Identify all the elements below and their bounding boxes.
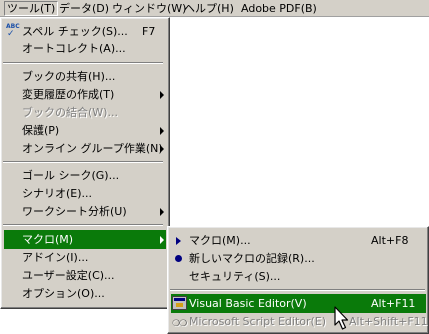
menu-item-formula-auditing[interactable]: ワークシート分析(U) <box>4 202 166 221</box>
submenu-arrow-icon <box>160 91 164 99</box>
submenu-arrow-icon <box>160 127 164 135</box>
menu-item-scenarios[interactable]: シナリオ(E)... <box>4 184 166 203</box>
menu-window[interactable]: ウィンドウ(W) <box>110 1 188 16</box>
macro-submenu: マクロ(M)... Alt+F8 新しいマクロの記録(R)... セキュリティ(… <box>167 226 429 334</box>
menu-item-add-ins[interactable]: アドイン(I)... <box>4 248 166 267</box>
menu-item-options[interactable]: オプション(O)... <box>4 284 166 303</box>
menu-item-merge-workbooks: ブックの結合(W)... <box>22 106 118 119</box>
menu-bar: ツール(T) データ(D) ウィンドウ(W) ヘルプ(H) Adobe PDF(… <box>0 0 429 17</box>
menu-item-goal-seek[interactable]: ゴール シーク(G)... <box>4 166 166 185</box>
menu-item-protection[interactable]: 保護(P) <box>4 121 166 140</box>
script-editor-icon: ❍❍ <box>172 319 187 329</box>
submenu-arrow-icon <box>160 145 164 153</box>
submenu-arrow-icon <box>160 208 164 216</box>
menu-tools[interactable]: ツール(T) <box>4 1 59 16</box>
menu-item-autocorrect[interactable]: オートコレクト(A)... <box>4 39 166 58</box>
menu-data[interactable]: データ(D) <box>57 1 111 16</box>
menu-separator <box>3 62 163 64</box>
menu-separator <box>3 161 163 163</box>
menu-item-share-workbook[interactable]: ブックの共有(H)... <box>4 67 166 86</box>
menu-item-microsoft-script-editor: ❍❍ Microsoft Script Editor(E) Alt+Shift+… <box>171 312 428 331</box>
menu-item-customize[interactable]: ユーザー設定(C)... <box>4 266 166 285</box>
menu-item-record-new-macro[interactable]: 新しいマクロの記録(R)... <box>171 249 426 268</box>
visual-basic-editor-icon <box>172 296 187 310</box>
menu-help[interactable]: ヘルプ(H) <box>182 1 236 16</box>
menu-adobe-pdf[interactable]: Adobe PDF(B) <box>239 1 319 16</box>
menu-item-macro[interactable]: マクロ(M) <box>4 230 166 249</box>
menu-separator <box>3 224 163 226</box>
submenu-arrow-icon <box>160 236 164 244</box>
menu-item-online-collaboration[interactable]: オンライン グループ作業(N) <box>4 139 166 158</box>
menu-separator <box>170 289 425 291</box>
tools-menu: ABC ✓ スペル チェック(S)... F7 オートコレクト(A)... ブック… <box>0 17 170 309</box>
record-icon <box>175 255 182 262</box>
menu-item-visual-basic-editor[interactable]: Visual Basic Editor(V) Alt+F11 <box>171 294 426 313</box>
menu-item-macros[interactable]: マクロ(M)... Alt+F8 <box>171 231 426 250</box>
menu-item-security[interactable]: セキュリティ(S)... <box>171 267 426 286</box>
run-macro-icon <box>176 237 181 245</box>
mouse-cursor-icon <box>334 306 349 330</box>
menu-item-track-changes[interactable]: 変更履歴の作成(T) <box>4 85 166 104</box>
